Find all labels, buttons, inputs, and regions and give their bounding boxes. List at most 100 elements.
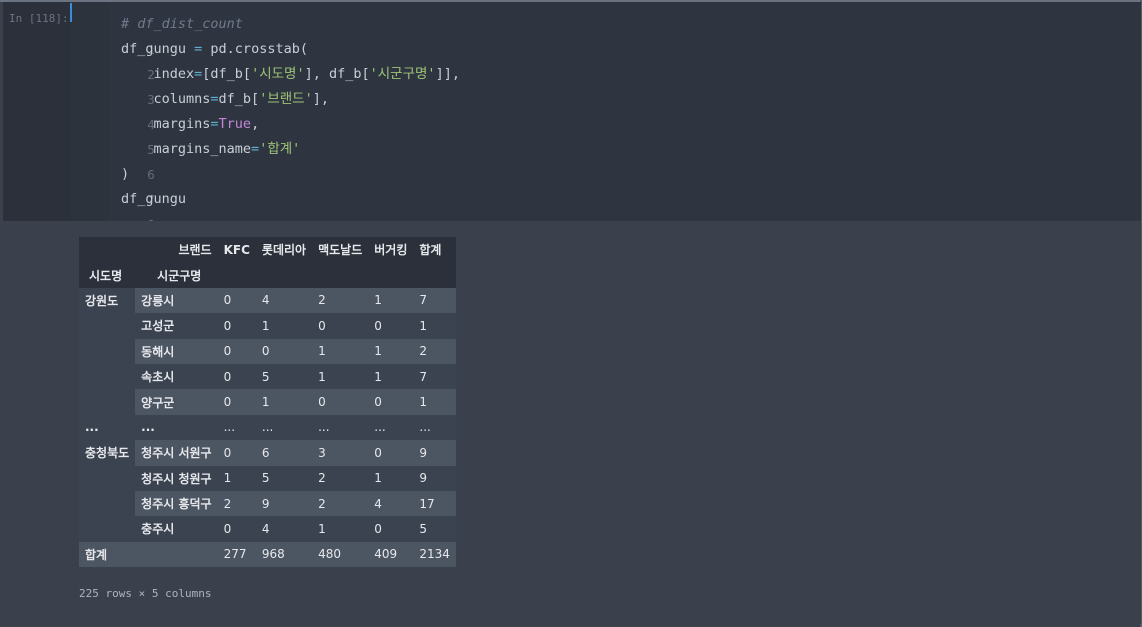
- code-line[interactable]: 4 columns=df_b['브랜드'],: [71, 87, 1141, 132]
- code-line[interactable]: 2 df_gungu = pd.crosstab(: [71, 37, 1141, 82]
- table-row: .....................: [79, 414, 456, 441]
- notebook-cell[interactable]: In [118]: 1 # df_dist_count 2 df_gungu =…: [3, 2, 1141, 624]
- code-token: [df_b[: [202, 66, 252, 82]
- code-operator: =: [251, 141, 260, 157]
- row-index-level0: 충청북도: [79, 440, 136, 542]
- table-cell: 1: [413, 313, 456, 339]
- code-string: '합계': [259, 141, 301, 157]
- table-cell: 1: [312, 363, 369, 390]
- table-cell: ...: [413, 414, 456, 441]
- table-cell: 0: [217, 389, 256, 415]
- table-cell: 9: [413, 440, 456, 466]
- table-cell: 0: [217, 363, 256, 390]
- code-token: index: [121, 66, 195, 82]
- row-index-level1: 청주시 청원구: [135, 465, 218, 491]
- table-row: 충청북도 청주시 서원구 0 6 3 0 9: [79, 440, 456, 542]
- code-token: ],: [312, 91, 329, 107]
- row-index-level0: 합계: [79, 541, 136, 568]
- table-cell: 7: [413, 363, 456, 390]
- columns-name: 브랜드: [135, 237, 218, 263]
- table-cell: 2: [312, 490, 369, 517]
- index-name: 시도명: [79, 262, 136, 288]
- table-cell: 9: [255, 490, 313, 517]
- table-row: 합계 277 968 480 409 2134: [79, 541, 456, 568]
- table-row: 양구군 0 1 0 0 1: [79, 389, 456, 415]
- row-index-level1: 고성군: [135, 313, 218, 339]
- table-cell: 968: [255, 541, 313, 568]
- index-name: 시군구명: [135, 262, 218, 288]
- table-cell: 5: [413, 516, 456, 542]
- table-cell: 1: [312, 338, 369, 364]
- column-header: 맥도날드: [312, 237, 369, 263]
- table-cell: 3: [312, 440, 369, 466]
- code-string: '브랜드': [259, 91, 313, 107]
- table-cell: ...: [368, 414, 414, 441]
- code-token: ): [121, 166, 130, 182]
- column-header: KFC: [217, 237, 256, 263]
- table-cell: 277: [217, 541, 256, 568]
- code-string: '시군구명': [369, 66, 436, 82]
- row-index-level0: 강원도: [79, 287, 136, 415]
- table-cell: 2134: [413, 541, 456, 568]
- table-cell: 1: [368, 338, 414, 364]
- dataframe-table: 브랜드 KFC 롯데리아 맥도날드 버거킹 합계 시도명 시군구명 강원도 강릉…: [79, 237, 456, 568]
- code-token: df_gungu: [121, 41, 195, 57]
- code-string: '시도명': [251, 66, 305, 82]
- table-cell: 0: [312, 389, 369, 415]
- table-cell: 7: [413, 287, 456, 314]
- table-cell: 1: [413, 389, 456, 415]
- table-row: 동해시 0 0 1 1 2: [79, 338, 456, 364]
- header-blank: [312, 262, 369, 288]
- table-cell: 0: [368, 516, 414, 542]
- code-line[interactable]: 7 ): [71, 162, 1141, 207]
- cell-output: 브랜드 KFC 롯데리아 맥도날드 버거킹 합계 시도명 시군구명 강원도 강릉…: [3, 221, 1141, 624]
- code-token: margins: [121, 116, 211, 132]
- header-blank: [255, 262, 313, 288]
- column-header: 버거킹: [368, 237, 414, 263]
- table-row: 충주시 0 4 1 0 5: [79, 516, 456, 542]
- table-cell: 0: [217, 338, 256, 364]
- table-cell: 5: [255, 465, 313, 491]
- table-cell: 0: [368, 313, 414, 339]
- table-cell: 17: [413, 490, 456, 517]
- row-index-level1: 청주시 서원구: [135, 440, 218, 466]
- table-cell: 2: [312, 465, 369, 491]
- table-row: 청주시 청원구 1 5 2 1 9: [79, 465, 456, 491]
- code-token: df_b[: [218, 91, 260, 107]
- code-editor[interactable]: 1 # df_dist_count 2 df_gungu = pd.crosst…: [71, 2, 1141, 232]
- table-cell: 1: [368, 363, 414, 390]
- row-index-level1: [135, 541, 218, 568]
- header-blank: [79, 237, 136, 263]
- table-cell: 0: [312, 313, 369, 339]
- row-index-level1: 동해시: [135, 338, 218, 364]
- table-cell: 5: [255, 363, 313, 390]
- code-operator: =: [210, 116, 219, 132]
- dataframe-shape: 225 rows × 5 columns: [79, 587, 212, 600]
- header-blank: [217, 262, 256, 288]
- row-index-level1: 속초시: [135, 363, 218, 390]
- table-cell: 0: [368, 440, 414, 466]
- column-header: 롯데리아: [255, 237, 313, 263]
- code-token: df_gungu: [121, 191, 187, 207]
- code-line[interactable]: 8 df_gungu: [71, 187, 1141, 232]
- table-row: 속초시 0 5 1 1 7: [79, 363, 456, 390]
- table-header-row: 브랜드 KFC 롯데리아 맥도날드 버거킹 합계: [79, 237, 456, 263]
- table-cell: 1: [368, 465, 414, 491]
- table-cell: 0: [217, 287, 256, 314]
- table-cell: 0: [368, 389, 414, 415]
- code-keyword: True: [218, 116, 252, 132]
- code-line[interactable]: 6 margins_name='합계': [71, 137, 1141, 182]
- row-index-level1: 청주시 흥덕구: [135, 490, 218, 517]
- table-cell: 1: [312, 516, 369, 542]
- code-line[interactable]: 1 # df_dist_count: [71, 12, 1141, 57]
- row-index-level1: 강릉시: [135, 287, 218, 314]
- table-cell: 6: [255, 440, 313, 466]
- code-line[interactable]: 5 margins=True,: [71, 112, 1141, 157]
- code-token: pd.crosstab(: [202, 41, 308, 57]
- table-cell: 409: [368, 541, 414, 568]
- header-blank: [368, 262, 414, 288]
- table-cell: ...: [255, 414, 313, 441]
- table-cell: 9: [413, 465, 456, 491]
- code-line[interactable]: 3 index=[df_b['시도명'], df_b['시군구명']],: [71, 62, 1141, 107]
- code-token: margins_name: [121, 141, 252, 157]
